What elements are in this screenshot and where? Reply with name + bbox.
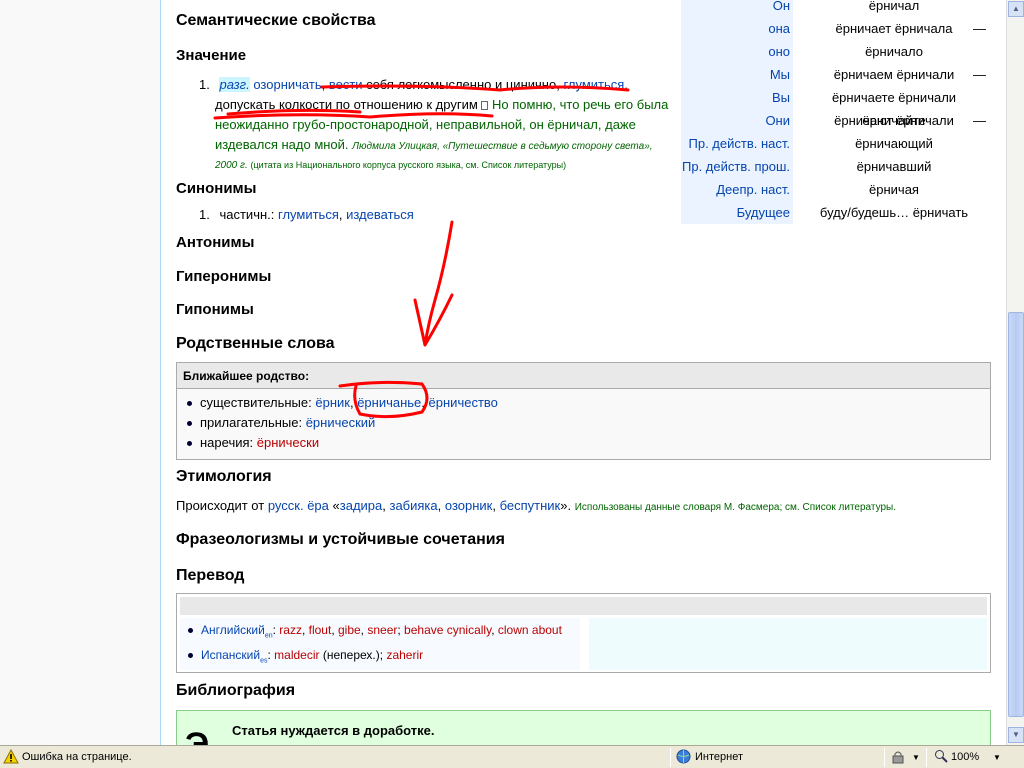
status-error-text[interactable]: Ошибка на странице. (22, 749, 132, 766)
circle-stroke (338, 380, 429, 419)
underline-stroke-1 (320, 84, 630, 92)
underline-stroke-2 (213, 112, 494, 120)
status-bar: Ошибка на странице. Интернет ▼ 100% ▼ (0, 745, 1024, 768)
zoom-dropdown-icon[interactable]: ▼ (993, 749, 1001, 766)
scrollbar-thumb[interactable] (1008, 312, 1024, 717)
browser-viewport: Семантические свойства Значение 1. разг.… (0, 0, 1006, 745)
status-zone: Интернет (695, 751, 743, 763)
security-dropdown-icon[interactable]: ▼ (912, 749, 920, 766)
warning-icon[interactable] (3, 748, 19, 766)
annotation-overlay (213, 84, 630, 419)
security-icon[interactable] (890, 749, 908, 766)
scroll-up-icon[interactable]: ▲ (1008, 1, 1024, 17)
zoom-level[interactable]: 100% (951, 749, 979, 766)
vertical-scrollbar[interactable]: ▲ ▼ (1006, 0, 1024, 745)
globe-icon (676, 749, 692, 766)
arrow-stroke (413, 220, 454, 347)
scroll-down-icon[interactable]: ▼ (1008, 727, 1024, 743)
zoom-icon[interactable] (934, 749, 948, 766)
